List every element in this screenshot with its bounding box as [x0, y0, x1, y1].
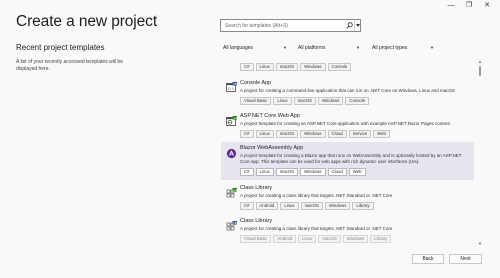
chevron-down-icon: ▼: [430, 45, 434, 50]
template-list: C# Linux macOS Windows Console C:\ VB Con…: [221, 60, 475, 246]
svg-text:C#: C#: [233, 116, 237, 120]
template-item-class-library[interactable]: C# Class Library A project for creating …: [221, 182, 474, 212]
tag: C#: [240, 63, 254, 71]
tag: Android: [273, 235, 297, 243]
tag: Console: [345, 97, 370, 105]
template-name: Console App: [240, 80, 272, 86]
project-type-filter-value: All project types: [372, 44, 408, 51]
tag: Linux: [255, 63, 274, 71]
template-description: A project template for creating a Blazor…: [240, 153, 462, 164]
language-filter-dropdown[interactable]: All languages ▼: [223, 43, 287, 52]
tag: Linux: [273, 97, 292, 105]
recent-templates-empty-text: A list of your recently accessed templat…: [16, 59, 123, 72]
tag: macOS: [300, 202, 323, 210]
blazor-icon: [226, 146, 237, 159]
template-description: A project for creating a class library t…: [240, 226, 393, 231]
tag: Windows: [300, 63, 326, 71]
scrollbar-thumb[interactable]: [479, 66, 481, 76]
page-title: Create a new project: [16, 13, 158, 30]
template-list-scrollbar[interactable]: ▲ ▼: [478, 60, 482, 246]
tag: macOS: [318, 235, 341, 243]
tag: macOS: [275, 130, 299, 138]
template-item-blazor-webassembly-app[interactable]: Blazor WebAssembly App A project templat…: [221, 142, 474, 180]
tag: Console: [327, 63, 352, 71]
tag: Web: [373, 130, 390, 138]
search-history-dropdown[interactable]: [354, 20, 360, 31]
template-tags: C# Linux macOS Windows Cloud Web: [240, 168, 474, 176]
template-description: A project template for creating an ASP.N…: [240, 121, 452, 126]
recent-templates-heading: Recent project templates: [16, 43, 105, 52]
search-icon[interactable]: [344, 20, 354, 31]
tag: Library: [370, 235, 392, 243]
project-type-filter-dropdown[interactable]: All project types ▼: [372, 43, 434, 52]
scroll-down-icon[interactable]: ▼: [478, 242, 482, 246]
tag: C#: [240, 168, 254, 176]
chevron-down-icon: [355, 24, 360, 27]
tag: Cloud: [327, 168, 347, 176]
scroll-up-icon[interactable]: ▲: [478, 60, 482, 64]
template-tags: C# Linux macOS Windows Console: [240, 63, 474, 71]
template-name: Class Library: [240, 218, 273, 224]
close-button[interactable]: ✕: [478, 1, 496, 11]
web-app-icon: C#: [226, 114, 238, 126]
class-library-icon: VB: [226, 219, 237, 231]
template-name: Blazor WebAssembly App: [240, 145, 304, 151]
tag: Linux: [255, 168, 274, 176]
tag: macOS: [293, 97, 316, 105]
window-controls: — ❐ ✕: [442, 1, 496, 11]
class-library-icon: C#: [226, 186, 238, 198]
template-item-class-library-vb[interactable]: VB Class Library A project for creating …: [221, 215, 474, 246]
template-tags: Visual Basic Linux macOS Windows Console: [240, 97, 474, 105]
template-item-aspnet-core-web-app[interactable]: C# ASP.NET Core Web App A project templa…: [221, 110, 474, 140]
template-item-console-app[interactable]: C:\ VB Console App A project for creating…: [221, 77, 474, 107]
tag: Library: [352, 202, 374, 210]
template-description: A project for creating a class library t…: [240, 193, 393, 198]
tag: macOS: [275, 168, 299, 176]
template-tags: C# Linux macOS Windows Cloud Service Web: [240, 130, 474, 138]
tag: Visual Basic: [240, 235, 272, 243]
tag: Windows: [324, 202, 351, 210]
tag: Windows: [300, 130, 326, 138]
next-button[interactable]: Next: [449, 254, 482, 264]
tag: Cloud: [327, 130, 347, 138]
svg-text:C:\: C:\: [228, 87, 235, 91]
minimize-button[interactable]: —: [442, 1, 460, 11]
template-name: Class Library: [240, 185, 273, 191]
language-filter-value: All languages: [223, 44, 254, 51]
tag: Linux: [255, 130, 274, 138]
platform-filter-dropdown[interactable]: All platforms ▼: [298, 43, 360, 52]
tag: macOS: [275, 63, 299, 71]
svg-text:VB: VB: [233, 82, 237, 86]
tag: Linux: [280, 202, 299, 210]
tag: Windows: [300, 168, 326, 176]
tag: Android: [255, 202, 279, 210]
svg-text:C#: C#: [233, 188, 237, 192]
platform-filter-value: All platforms: [298, 44, 326, 51]
tag: Web: [348, 168, 366, 176]
maximize-button[interactable]: ❐: [460, 1, 478, 11]
chevron-down-icon: ▼: [356, 45, 360, 50]
search-input[interactable]: [221, 20, 344, 31]
console-icon: C:\ VB: [226, 80, 237, 92]
search-box: [220, 19, 361, 32]
template-tags: C# Android Linux macOS Windows Library: [240, 202, 474, 210]
back-button[interactable]: Back: [412, 254, 444, 264]
svg-text:VB: VB: [233, 221, 237, 225]
tag: Visual Basic: [240, 97, 272, 105]
tag: C#: [240, 202, 254, 210]
template-name: ASP.NET Core Web App: [240, 113, 300, 119]
tag: Linux: [298, 235, 317, 243]
template-item[interactable]: C# Linux macOS Windows Console: [221, 62, 474, 73]
chevron-down-icon: ▼: [283, 45, 287, 50]
template-description: A project for creating a command-line ap…: [240, 88, 456, 93]
template-tags: Visual Basic Android Linux macOS Windows…: [240, 235, 474, 243]
tag: Windows: [342, 235, 369, 243]
tag: C#: [240, 130, 254, 138]
tag: Service: [348, 130, 372, 138]
tag: Windows: [317, 97, 344, 105]
